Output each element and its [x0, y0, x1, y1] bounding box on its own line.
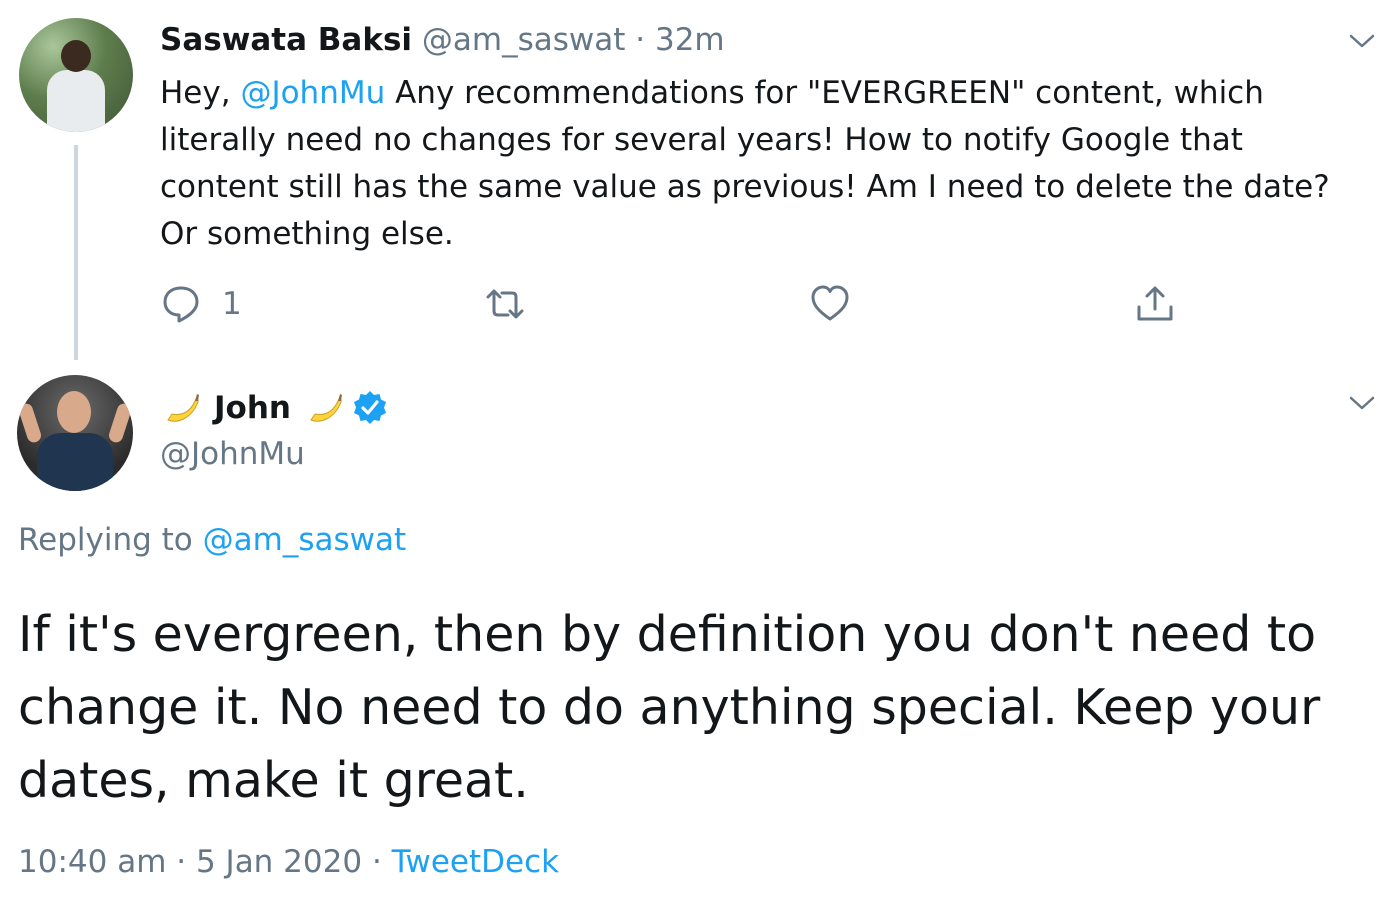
meta-separator: · — [176, 844, 187, 880]
avatar-arm-right — [107, 401, 133, 445]
share-icon — [1137, 286, 1173, 321]
tweet1-header: Saswata Baksi @am_saswat · 32m — [160, 22, 725, 58]
tweet1-handle[interactable]: @am_saswat — [422, 22, 626, 58]
meta-separator: · — [371, 844, 382, 880]
tweet2-handle[interactable]: @JohnMu — [160, 436, 305, 472]
replying-label: Replying to — [18, 522, 203, 558]
tweet2-source[interactable]: TweetDeck — [392, 844, 559, 880]
verified-badge-icon — [353, 391, 386, 424]
avatar-saswata[interactable] — [19, 18, 133, 132]
tweet1-separator: · — [635, 22, 646, 58]
avatar-figure — [47, 70, 105, 132]
replying-to-handle[interactable]: @am_saswat — [203, 522, 407, 558]
tweet1-display-name[interactable]: Saswata Baksi — [160, 22, 412, 58]
avatar-figure — [37, 433, 113, 491]
reply-button[interactable]: 1 — [160, 282, 242, 326]
tweet2-date[interactable]: 5 Jan 2020 — [196, 844, 362, 880]
reply-icon — [163, 286, 199, 323]
tweet1-text-before: Hey, — [160, 75, 241, 111]
reply-count: 1 — [222, 286, 242, 322]
avatar-head — [57, 391, 91, 433]
retweet-icon — [486, 289, 524, 319]
banana-icon — [310, 394, 342, 422]
avatar-head — [61, 40, 91, 72]
retweet-button[interactable] — [484, 282, 526, 326]
tweet2-text: If it's evergreen, then by definition yo… — [18, 606, 1321, 809]
thread-line — [74, 145, 78, 360]
replying-to: Replying to @am_saswat — [18, 522, 406, 558]
chevron-down-icon[interactable] — [1348, 32, 1376, 50]
chevron-down-icon[interactable] — [1348, 394, 1376, 412]
share-button[interactable] — [1134, 282, 1176, 326]
like-icon — [811, 285, 849, 321]
tweet2-display-name[interactable]: John — [214, 390, 291, 426]
tweet2-time[interactable]: 10:40 am — [18, 844, 166, 880]
tweet1-time[interactable]: 32m — [655, 22, 725, 58]
avatar-arm-left — [17, 401, 43, 445]
tweet1-mention[interactable]: @JohnMu — [240, 75, 385, 111]
tweet1-text: Hey, @JohnMu Any recommendations for "EV… — [160, 70, 1360, 258]
avatar-john[interactable] — [17, 375, 133, 491]
tweet2-name-row[interactable]: John — [160, 388, 389, 428]
tweet2-meta: 10:40 am · 5 Jan 2020 · TweetDeck — [18, 844, 559, 880]
banana-icon — [167, 394, 199, 422]
like-button[interactable] — [809, 282, 851, 326]
